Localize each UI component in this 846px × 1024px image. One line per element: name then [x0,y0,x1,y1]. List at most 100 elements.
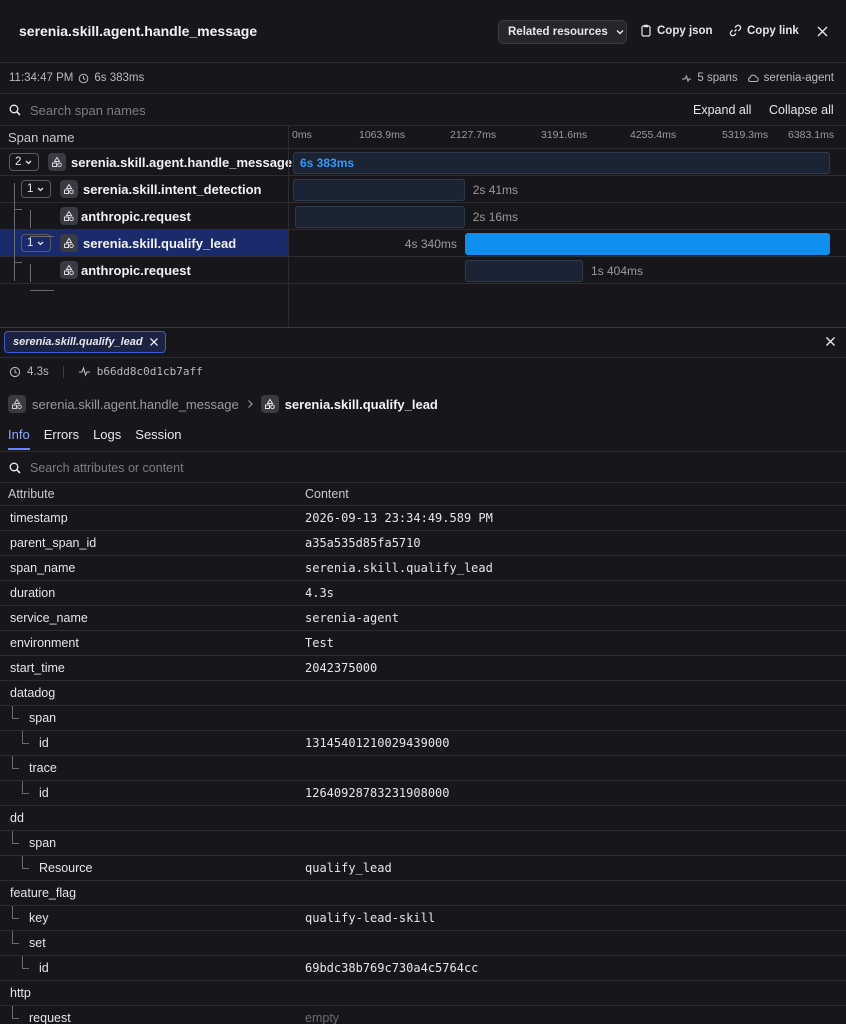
attribute-key: request [29,1011,71,1024]
attribute-row[interactable]: feature_flag [0,880,846,905]
attribute-key: Resource [39,861,93,875]
attribute-row[interactable]: id 13145401210029439000 [0,730,846,755]
copy-json-button[interactable]: Copy json [640,24,713,37]
span-count: 5 spans [697,72,738,84]
attribute-row[interactable]: span [0,705,846,730]
attribute-row[interactable]: set [0,930,846,955]
chevron-down-icon [36,239,45,248]
span-bar[interactable] [293,179,465,201]
span-tab-label: serenia.skill.qualify_lead [13,336,143,348]
span-bar[interactable] [464,260,583,282]
attribute-row[interactable]: key qualify-lead-skill [0,905,846,930]
span-duration-label: 2s 41ms [472,183,519,197]
attribute-row[interactable]: request empty [0,1005,846,1024]
trace-meta-row: 11:34:47 PM 6s 383ms 5 spans serenia-age… [0,64,846,94]
related-resources-button[interactable]: Related resources [498,20,627,44]
attribute-row[interactable]: Resource qualify_lead [0,855,846,880]
tree-connector [30,264,31,282]
attribute-row[interactable]: environment Test [0,630,846,655]
history-icon [9,366,21,378]
timeline-tick: 6383.1ms [788,129,835,141]
span-row[interactable]: 1 serenia.skill.intent_detection 2s 41ms [0,175,846,202]
span-type-icon [48,153,66,171]
span-row[interactable]: anthropic.request 2s 16ms [0,202,846,229]
attribute-row[interactable]: parent_span_id a35a535d85fa5710 [0,530,846,555]
close-icon[interactable] [149,337,159,347]
breadcrumb-parent[interactable]: serenia.skill.agent.handle_message [32,397,239,412]
content-column-header: Content [305,487,349,501]
attribute-value: 69bdc38b769c730a4c5764cc [305,961,479,975]
attribute-key: id [39,961,49,975]
attribute-row[interactable]: timestamp 2026-09-13 23:34:49.589 PM [0,505,846,530]
attribute-row[interactable]: start_time 2042375000 [0,655,846,680]
expand-all-button[interactable]: Expand all [693,103,751,117]
attribute-key: duration [10,586,56,600]
attribute-key: span [29,711,57,725]
tab-info[interactable]: Info [8,427,30,450]
attribute-value: 4.3s [305,586,334,600]
span-duration-label: 1s 404ms [591,264,644,278]
span-tab[interactable]: serenia.skill.qualify_lead [4,331,166,353]
span-bar[interactable] [293,152,830,174]
tab-errors[interactable]: Errors [44,427,79,450]
collapse-all-button[interactable]: Collapse all [769,103,834,117]
child-count: 1 [27,237,34,249]
attribute-row[interactable]: id 12640928783231908000 [0,780,846,805]
column-divider[interactable] [288,126,289,327]
span-detail-panel: serenia.skill.qualify_lead 4.3s b66dd8c0… [0,327,846,1024]
tree-connector [30,210,31,228]
tab-logs[interactable]: Logs [93,427,121,450]
cloud-icon [747,73,759,83]
tree-connector [12,756,19,769]
attribute-row[interactable]: datadog [0,680,846,705]
child-count: 2 [15,156,22,168]
span-name: serenia.skill.intent_detection [83,182,262,197]
attribute-key: start_time [10,661,65,675]
span-type-icon [60,180,78,198]
attribute-value: 2026-09-13 23:34:49.589 PM [305,511,493,525]
close-icon[interactable] [816,25,829,38]
tab-session[interactable]: Session [135,427,181,450]
tree-connector [22,781,29,794]
trace-waterfall: Span name 0ms 1063.9ms 2127.7ms 3191.6ms 425… [0,126,846,327]
breadcrumb: serenia.skill.agent.handle_message seren… [8,395,438,413]
span-row[interactable]: 1 serenia.skill.qualify_lead 4s 340ms [0,229,846,256]
tree-connector [12,706,19,719]
span-bar[interactable] [464,233,830,255]
attribute-row[interactable]: duration 4.3s [0,580,846,605]
attribute-key: timestamp [10,511,68,525]
attribute-row[interactable]: service_name serenia-agent [0,605,846,630]
attribute-row[interactable]: trace [0,755,846,780]
attribute-search-input[interactable]: Search attributes or content [30,461,184,475]
search-icon [9,462,21,474]
span-row[interactable]: anthropic.request 1s 404ms [0,256,846,283]
attribute-row[interactable]: http [0,980,846,1005]
span-id: b66dd8c0d1cb7aff [96,365,203,378]
tree-connector [14,262,22,263]
span-name-column-header: Span name [8,130,75,145]
tree-connector [12,931,19,944]
attribute-value: 13145401210029439000 [305,736,450,750]
span-children-toggle[interactable]: 2 [9,153,39,171]
copy-link-button[interactable]: Copy link [729,24,799,37]
attribute-row[interactable]: span_name serenia.skill.qualify_lead [0,555,846,580]
span-search-input[interactable]: Search span names [30,103,146,118]
detail-tabs: Info Errors Logs Session [8,427,196,450]
span-bar[interactable] [295,206,465,228]
attribute-row[interactable]: dd [0,805,846,830]
attribute-value: 2042375000 [305,661,378,675]
span-duration-label: 6s 383ms [300,156,355,170]
span-children-toggle[interactable]: 1 [21,180,51,198]
span-type-icon [60,234,78,252]
timeline-tick: 5319.3ms [722,129,769,141]
span-name: anthropic.request [81,263,191,278]
attribute-key: http [10,986,31,1000]
span-row[interactable]: 2 serenia.skill.agent.handle_message 6s 38… [0,148,846,175]
close-icon[interactable] [825,336,836,347]
attribute-key: set [29,936,46,950]
span-name: anthropic.request [81,209,191,224]
chevron-down-icon [36,185,45,194]
attribute-row[interactable]: span [0,830,846,855]
attribute-row[interactable]: id 69bdc38b769c730a4c5764cc [0,955,846,980]
attribute-value: qualify-lead-skill [305,911,436,925]
